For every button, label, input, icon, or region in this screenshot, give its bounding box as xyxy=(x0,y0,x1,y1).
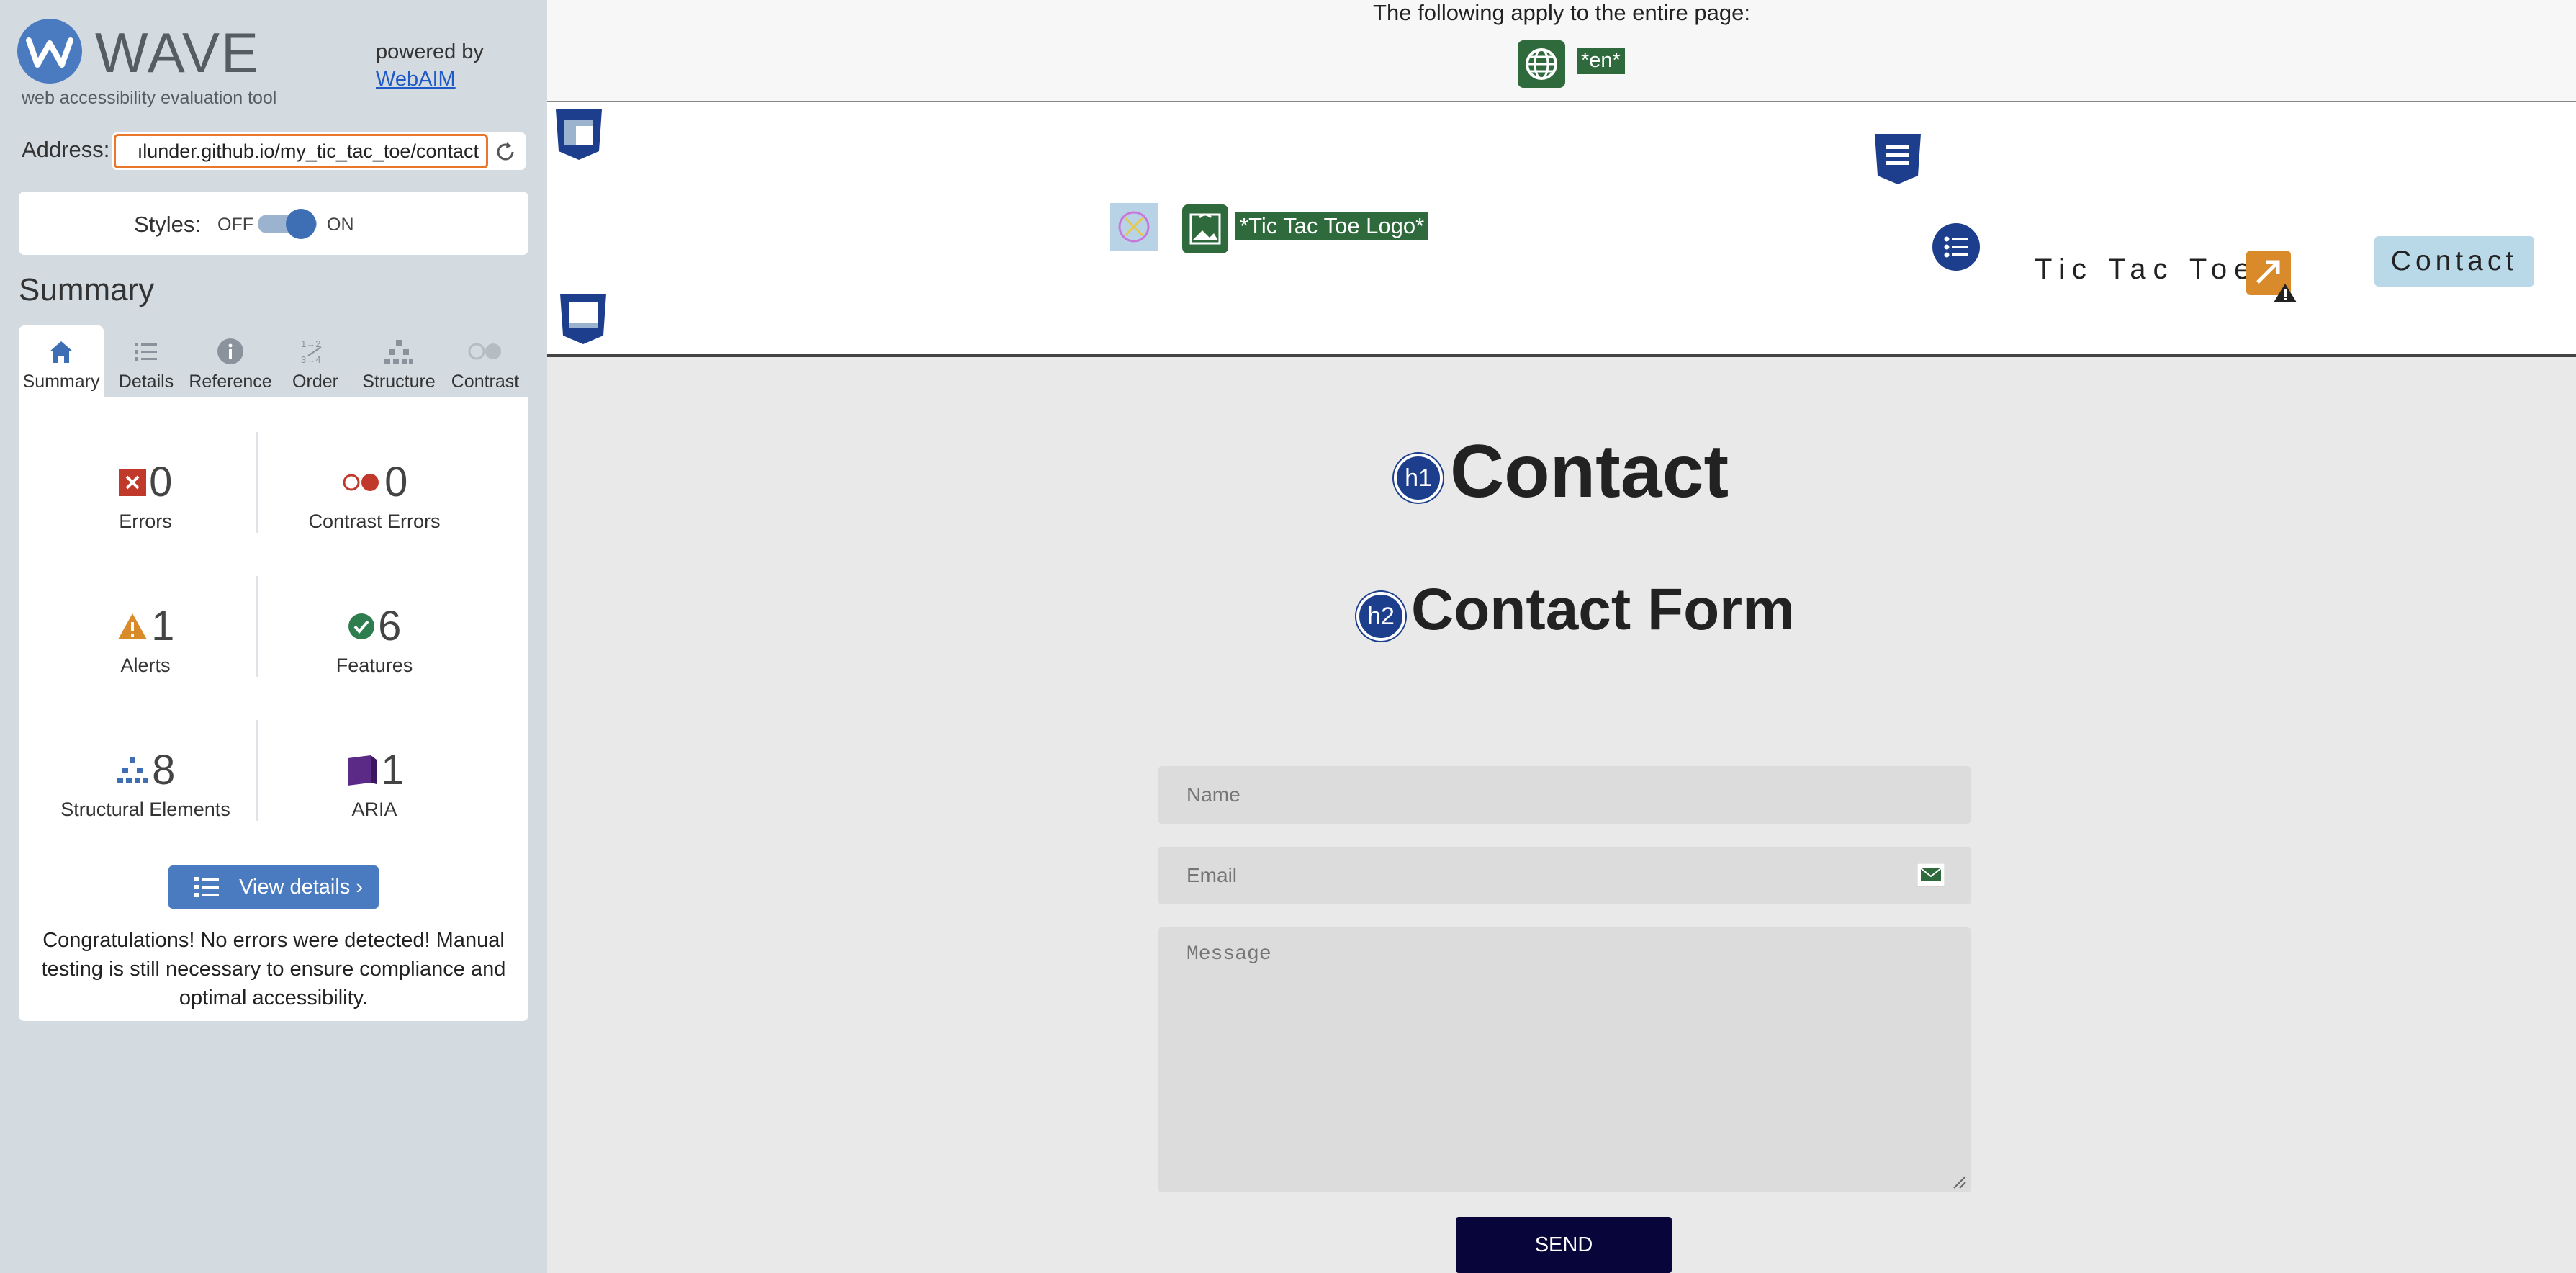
webaim-link[interactable]: WebAIM xyxy=(376,68,456,91)
congrats-message: Congratulations! No errors were detected… xyxy=(41,929,506,1009)
alerts-stat[interactable]: 1 Alerts xyxy=(43,602,248,677)
structural-count: 8 xyxy=(152,747,176,793)
styles-off-label: OFF xyxy=(217,215,253,235)
aria-label: ARIA xyxy=(351,799,397,820)
errors-count: 0 xyxy=(149,459,173,505)
tab-label: Contrast xyxy=(451,372,520,392)
alert-icon xyxy=(117,613,147,639)
structure-icon xyxy=(384,340,413,364)
aria-count: 1 xyxy=(381,747,405,793)
tab-contrast[interactable]: Contrast xyxy=(442,325,528,397)
address-input[interactable] xyxy=(114,134,488,168)
aria-icon xyxy=(347,755,377,786)
alerts-label: Alerts xyxy=(120,655,171,676)
page-level-bar: The following apply to the entire page: … xyxy=(547,0,2576,102)
alerts-count: 1 xyxy=(151,603,175,649)
feature-check-icon xyxy=(348,613,374,639)
wave-tagline: web accessibility evaluation tool xyxy=(22,88,277,108)
structural-label: Structural Elements xyxy=(60,799,230,820)
logo-alt-tag: *Tic Tac Toe Logo* xyxy=(1235,212,1429,240)
info-icon xyxy=(217,338,243,364)
divider xyxy=(256,432,258,533)
errors-label: Errors xyxy=(119,510,172,532)
tab-structure[interactable]: Structure xyxy=(356,325,442,397)
svg-text:3→4: 3→4 xyxy=(301,354,320,365)
wave-sidebar: WAVE web accessibility evaluation tool p… xyxy=(0,0,547,1273)
language-icon[interactable] xyxy=(1518,40,1565,88)
page-title: Contact xyxy=(1450,430,1729,513)
tab-label: Structure xyxy=(362,372,436,392)
tab-label: Order xyxy=(292,372,338,392)
divider xyxy=(256,576,258,677)
contrast-icon xyxy=(468,343,501,360)
address-label: Address: xyxy=(22,137,110,162)
tab-label: Summary xyxy=(22,372,100,392)
nav-contact-link[interactable]: Contact xyxy=(2374,236,2534,287)
styles-on-label: ON xyxy=(327,215,354,235)
linked-image-icon[interactable] xyxy=(1182,204,1228,253)
contrast-errors-count: 0 xyxy=(384,459,408,505)
reload-icon[interactable] xyxy=(494,139,517,165)
svg-text:1→2: 1→2 xyxy=(301,338,320,349)
structure-icon xyxy=(117,757,148,783)
wave-logo-icon xyxy=(17,19,82,84)
send-button[interactable]: SEND xyxy=(1456,1217,1672,1273)
styles-toggle-knob[interactable] xyxy=(286,209,316,239)
header-landmark-icon[interactable] xyxy=(554,108,603,161)
wave-logo-text: WAVE xyxy=(95,21,261,84)
list-icon xyxy=(194,877,219,897)
redundant-link-alert-icon[interactable] xyxy=(2245,249,2298,304)
view-details-label: View details › xyxy=(239,876,363,899)
language-tag: *en* xyxy=(1577,48,1625,74)
contrast-errors-label: Contrast Errors xyxy=(308,510,441,532)
tab-summary[interactable]: Summary xyxy=(19,325,104,397)
name-input[interactable] xyxy=(1158,766,1971,824)
site-header xyxy=(547,102,2576,357)
footer-landmark-icon[interactable] xyxy=(559,292,608,346)
tab-details[interactable]: Details xyxy=(107,325,186,397)
structural-stat[interactable]: 8 Structural Elements xyxy=(29,746,262,821)
features-stat[interactable]: 6 Features xyxy=(274,602,475,677)
unordered-list-icon[interactable] xyxy=(1932,223,1980,271)
navigation-landmark-icon[interactable] xyxy=(1873,132,1922,186)
resize-handle-icon[interactable] xyxy=(1950,1172,1967,1189)
email-input[interactable] xyxy=(1158,847,1971,904)
error-icon xyxy=(118,468,146,496)
contrast-error-icon xyxy=(343,473,379,491)
tab-order[interactable]: 1→2 3→4 Order xyxy=(275,325,356,397)
form-heading: Contact Form xyxy=(1411,577,1795,642)
tab-label: Reference xyxy=(189,372,272,392)
email-input-label-icon[interactable] xyxy=(1917,863,1945,887)
summary-heading: Summary xyxy=(19,272,155,307)
errors-stat[interactable]: 0 Errors xyxy=(43,458,248,533)
divider xyxy=(256,720,258,821)
tab-reference[interactable]: Reference xyxy=(186,325,275,397)
h2-badge-icon[interactable]: h2 xyxy=(1356,592,1405,641)
tic-tac-toe-logo-image xyxy=(1110,203,1158,251)
home-icon xyxy=(50,341,73,363)
site-brand-link[interactable]: Tic Tac Toe xyxy=(2035,253,2257,286)
view-details-button[interactable]: View details › xyxy=(168,865,379,909)
powered-by-text: powered by xyxy=(376,40,484,63)
list-icon xyxy=(135,343,157,361)
aria-stat[interactable]: 1 ARIA xyxy=(274,746,475,821)
tab-label: Details xyxy=(118,372,174,392)
page-level-text: The following apply to the entire page: xyxy=(1373,0,1750,25)
page-preview: The following apply to the entire page: … xyxy=(547,0,2576,1273)
h1-badge-icon[interactable]: h1 xyxy=(1394,454,1443,503)
features-count: 6 xyxy=(378,603,402,649)
message-textarea[interactable] xyxy=(1158,927,1971,1192)
order-icon: 1→23→4 xyxy=(301,338,322,365)
styles-label: Styles: xyxy=(134,212,202,237)
features-label: Features xyxy=(335,655,413,676)
contrast-errors-stat[interactable]: 0 Contrast Errors xyxy=(274,458,475,533)
